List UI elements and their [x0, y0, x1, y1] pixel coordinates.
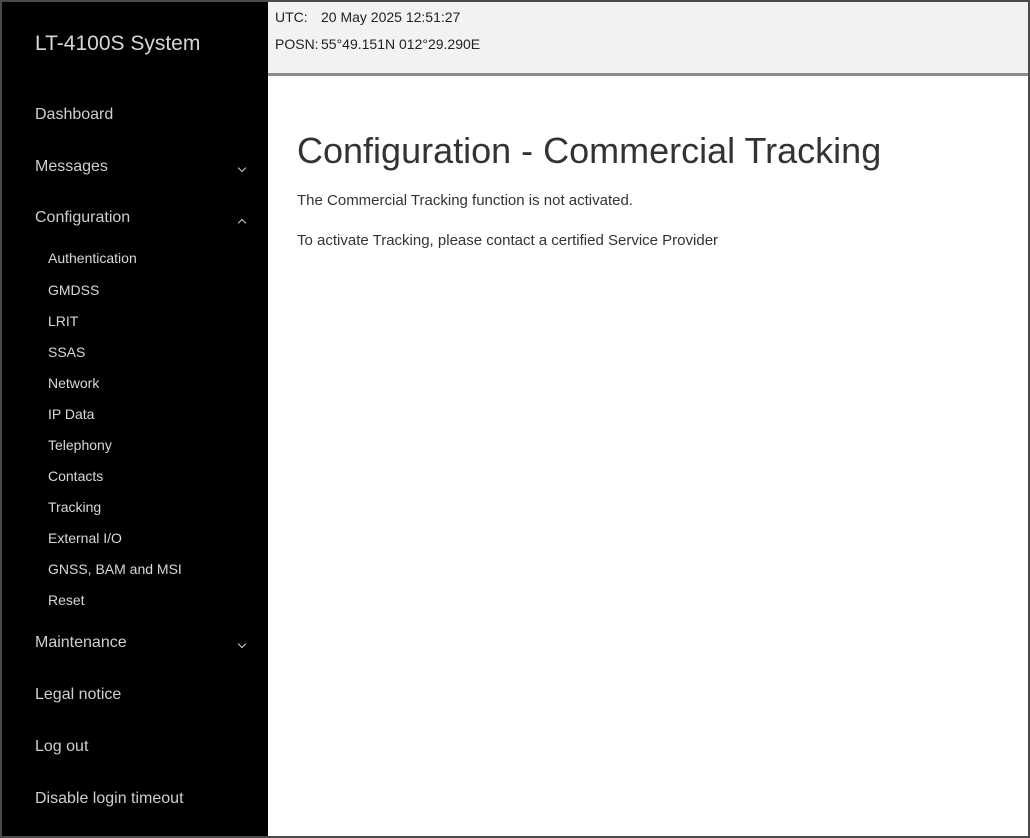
- sub-item-network[interactable]: Network: [48, 375, 99, 391]
- activation-instructions: To activate Tracking, please contact a c…: [297, 232, 719, 249]
- chevron-down-icon: [239, 158, 245, 172]
- nav-item-log-out[interactable]: Log out: [35, 738, 245, 756]
- nav-item-label: Configuration: [35, 209, 131, 226]
- sub-item-ip-data[interactable]: IP Data: [48, 406, 94, 422]
- posn-value: 55°49.151N 012°29.290E: [321, 36, 481, 52]
- nav-item-label: Log out: [35, 738, 89, 755]
- nav-item-label: Disable login timeout: [35, 790, 184, 807]
- sub-item-external-io[interactable]: External I/O: [48, 530, 122, 546]
- sub-item-reset[interactable]: Reset: [48, 592, 85, 608]
- brand-title: LT-4100S System: [35, 32, 201, 55]
- sub-item-contacts[interactable]: Contacts: [48, 468, 103, 484]
- page-title: Configuration - Commercial Tracking: [297, 130, 882, 171]
- chevron-down-icon: [239, 634, 245, 648]
- posn-row: POSN: 55°49.151N 012°29.290E: [275, 36, 480, 52]
- nav-item-configuration[interactable]: Configuration: [35, 209, 245, 227]
- nav-item-legal-notice[interactable]: Legal notice: [35, 686, 245, 704]
- posn-label: POSN:: [275, 36, 319, 52]
- nav-item-label: Messages: [35, 158, 108, 175]
- sidebar: LT-4100S System Dashboard Messages Confi…: [2, 2, 268, 836]
- sub-item-tracking[interactable]: Tracking: [48, 499, 101, 515]
- chevron-up-icon: [239, 209, 245, 223]
- sub-item-authentication[interactable]: Authentication: [48, 250, 137, 266]
- nav-item-disable-login-timeout[interactable]: Disable login timeout: [35, 790, 245, 808]
- utc-value: 20 May 2025 12:51:27: [321, 9, 461, 25]
- status-header: UTC: 20 May 2025 12:51:27 POSN: 55°49.151N…: [268, 2, 1028, 76]
- status-message: The Commercial Tracking function is not …: [297, 192, 633, 209]
- utc-label: UTC:: [275, 9, 308, 25]
- nav-item-label: Maintenance: [35, 634, 127, 651]
- app-window: LT-4100S System Dashboard Messages Confi…: [0, 0, 1030, 838]
- nav-item-maintenance[interactable]: Maintenance: [35, 634, 245, 652]
- nav-item-label: Legal notice: [35, 686, 122, 703]
- utc-row: UTC: 20 May 2025 12:51:27: [275, 9, 460, 25]
- sub-item-ssas[interactable]: SSAS: [48, 344, 85, 360]
- nav-item-label: Dashboard: [35, 106, 114, 123]
- nav-item-messages[interactable]: Messages: [35, 158, 245, 176]
- sub-item-gnss-bam-msi[interactable]: GNSS, BAM and MSI: [48, 561, 182, 577]
- sub-item-telephony[interactable]: Telephony: [48, 437, 112, 453]
- sub-item-gmdss[interactable]: GMDSS: [48, 282, 99, 298]
- sub-item-lrit[interactable]: LRIT: [48, 313, 78, 329]
- nav-item-dashboard[interactable]: Dashboard: [35, 106, 245, 124]
